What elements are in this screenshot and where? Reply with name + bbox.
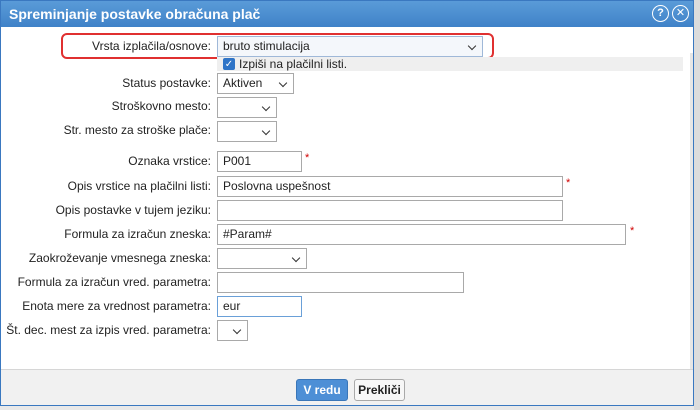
- row-code-label: Oznaka vrstice:: [128, 154, 211, 168]
- rounding-select[interactable]: [217, 248, 307, 269]
- payment-type-label: Vrsta izplačila/osnove:: [92, 39, 211, 53]
- cost-center-select[interactable]: [217, 97, 277, 118]
- cancel-button[interactable]: Prekliči: [354, 379, 405, 401]
- help-icon[interactable]: ?: [652, 5, 669, 22]
- dialog-title: Spreminjanje postavke obračuna plač: [9, 6, 261, 22]
- row-code-input[interactable]: P001: [217, 151, 302, 172]
- print-on-payslip-label: Izpiši na plačilni listi.: [239, 57, 348, 71]
- close-icon[interactable]: ✕: [672, 5, 689, 22]
- scrollbar-track: [690, 53, 693, 395]
- background-page: [694, 0, 700, 410]
- row-code-required-mark: *: [305, 152, 310, 164]
- salary-cost-center-label: Str. mesto za stroške plače:: [63, 123, 211, 137]
- status-select[interactable]: Aktiven: [217, 73, 294, 94]
- parameter-formula-input[interactable]: [217, 272, 464, 293]
- status-label: Status postavke:: [122, 76, 211, 90]
- edit-payroll-item-dialog: Spreminjanje postavke obračuna plač ? ✕ …: [0, 0, 694, 406]
- parameter-formula-label: Formula za izračun vred. parametra:: [17, 275, 211, 289]
- decimals-select[interactable]: [217, 320, 248, 341]
- amount-formula-input[interactable]: #Param#: [217, 224, 626, 245]
- row-description-label: Opis vrstice na plačilni listi:: [67, 179, 211, 193]
- dialog-body: Vrsta izplačila/osnove: bruto stimulacij…: [1, 27, 693, 395]
- unit-input[interactable]: eur: [217, 296, 302, 317]
- decimals-label: Št. dec. mest za izpis vred. parametra:: [6, 323, 211, 337]
- amount-formula-label: Formula za izračun zneska:: [64, 227, 211, 241]
- foreign-description-input[interactable]: [217, 200, 563, 221]
- dialog-footer: V redu Prekliči: [1, 369, 693, 405]
- dialog-titlebar: Spreminjanje postavke obračuna plač ? ✕: [1, 1, 693, 27]
- cost-center-label: Stroškovno mesto:: [111, 99, 211, 113]
- foreign-description-label: Opis postavke v tujem jeziku:: [55, 203, 211, 217]
- rounding-label: Zaokroževanje vmesnega zneska:: [28, 251, 211, 265]
- payment-type-select[interactable]: bruto stimulacija: [217, 36, 483, 57]
- row-description-required-mark: *: [566, 177, 571, 189]
- unit-label: Enota mere za vrednost parametra:: [22, 299, 211, 313]
- print-on-payslip-checkbox[interactable]: ✓: [223, 58, 235, 70]
- amount-formula-required-mark: *: [630, 225, 635, 237]
- row-description-input[interactable]: Poslovna uspešnost: [217, 176, 563, 197]
- ok-button[interactable]: V redu: [296, 379, 348, 401]
- salary-cost-center-select[interactable]: [217, 121, 277, 142]
